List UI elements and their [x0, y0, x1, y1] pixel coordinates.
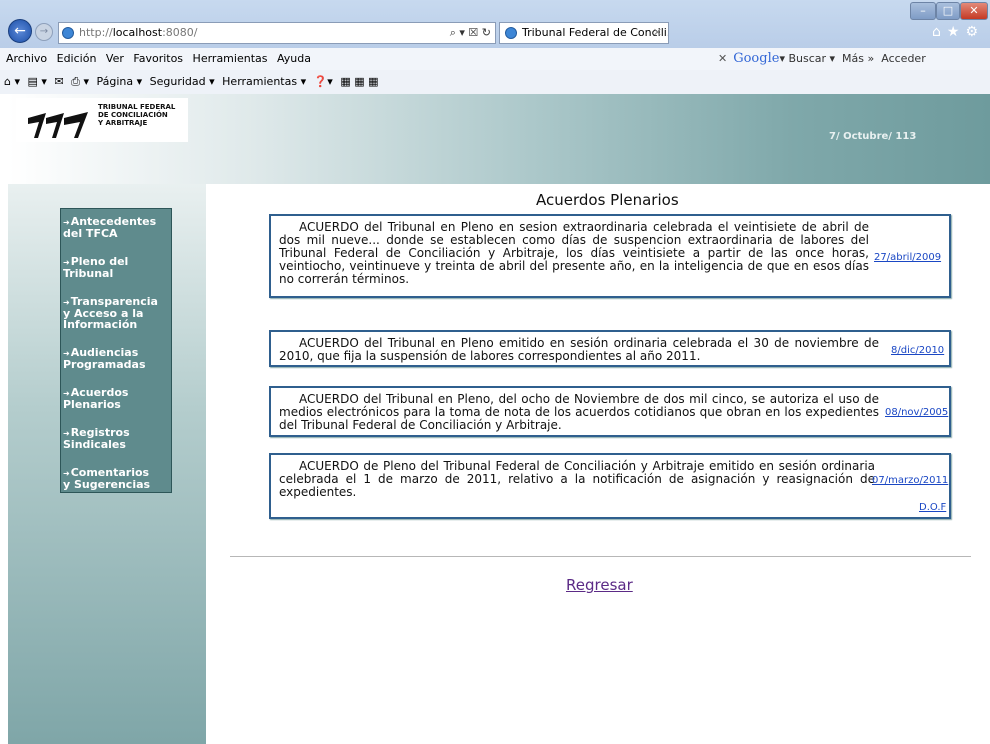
addon-icons[interactable]: ▦ ▦ ▦ [340, 70, 378, 94]
minimize-button[interactable]: – [910, 2, 936, 20]
close-window-button[interactable]: ✕ [960, 2, 988, 20]
tfca-logo[interactable]: TRIBUNAL FEDERAL DE CONCILIACIÓN Y ARBIT… [16, 98, 188, 142]
forward-button[interactable]: → [35, 23, 53, 41]
sidebar-item-pleno[interactable]: ➜Pleno del Tribunal [63, 256, 169, 279]
sidebar-item-audiencias[interactable]: ➜Audiencias Programadas [63, 347, 169, 370]
tab-title: Tribunal Federal de Concili... [522, 26, 669, 39]
sidebar-item-comentarios[interactable]: ➜Comentarios y Sugerencias [63, 467, 169, 490]
address-controls[interactable]: ⌕ ▾ ☒ ↻ [450, 23, 491, 43]
signin-button[interactable]: Acceder [881, 52, 925, 65]
menu-archivo[interactable]: Archivo [6, 48, 47, 70]
agreement-text: ACUERDO de Pleno del Tribunal Federal de… [279, 459, 875, 499]
ie-tab-icon [505, 27, 517, 39]
current-date: 7/ Octubre/ 113 [829, 131, 917, 142]
logo-mark-icon [28, 112, 88, 138]
back-button[interactable]: ← [8, 19, 32, 43]
menu-ver[interactable]: Ver [106, 48, 124, 70]
browser-tab[interactable]: Tribunal Federal de Concili... ✕ [499, 22, 669, 44]
agreement-box: ACUERDO del Tribunal en Pleno emitido en… [269, 330, 951, 367]
agreement-date-link[interactable]: 08/nov/2005 [885, 407, 948, 418]
sidebar-menu: ➜Antecedentes del TFCA ➜Pleno del Tribunal… [60, 208, 172, 493]
help-icon[interactable]: ❓▾ [314, 70, 333, 94]
back-link[interactable]: Regresar [566, 576, 633, 594]
logo-line-3: Y ARBITRAJE [98, 119, 148, 127]
browser-chrome: – □ ✕ ← → http://localhost:8080/ ⌕ ▾ ☒ ↻… [0, 0, 990, 94]
logo-text: TRIBUNAL FEDERAL DE CONCILIACIÓN Y ARBIT… [98, 103, 175, 127]
sidebar-item-antecedentes[interactable]: ➜Antecedentes del TFCA [63, 216, 169, 239]
address-bar[interactable]: http://localhost:8080/ ⌕ ▾ ☒ ↻ [58, 22, 496, 44]
print-icon[interactable]: ⎙ ▾ [71, 70, 89, 94]
agreement-box: ACUERDO de Pleno del Tribunal Federal de… [269, 453, 951, 519]
feeds-icon[interactable]: ▤ ▾ [28, 70, 47, 94]
cmd-pagina[interactable]: Página ▾ [96, 70, 142, 94]
agreement-date-link[interactable]: 07/marzo/2011 [872, 475, 948, 486]
divider [230, 556, 971, 557]
toolbar-right-icons[interactable]: ⌂★⚙ [932, 24, 984, 40]
agreement-date-link[interactable]: 8/dic/2010 [891, 345, 944, 356]
agreement-box: ACUERDO del Tribunal en Pleno, del ocho … [269, 386, 951, 437]
google-logo: Google [733, 51, 780, 66]
home-icon[interactable]: ⌂ ▾ [4, 70, 20, 94]
agreement-box: ACUERDO del Tribunal en Pleno en sesion … [269, 214, 951, 298]
logo-line-1: TRIBUNAL FEDERAL [98, 103, 176, 111]
logo-line-2: DE CONCILIACIÓN [98, 111, 168, 119]
sidebar-item-transparencia[interactable]: ➜Transparencia y Acceso a la Información [63, 296, 169, 330]
ie-page-icon [62, 27, 74, 39]
menu-edicion[interactable]: Edición [57, 48, 97, 70]
cmd-seguridad[interactable]: Seguridad ▾ [150, 70, 215, 94]
search-button[interactable]: Buscar [788, 52, 826, 65]
maximize-button[interactable]: □ [936, 2, 960, 20]
tab-close-icon[interactable]: ✕ [653, 23, 662, 43]
page-title: Acuerdos Plenarios [536, 191, 679, 209]
agreement-text: ACUERDO del Tribunal en Pleno, del ocho … [279, 392, 879, 432]
google-toolbar: ✕ Google ▾ Buscar ▾ Más » Acceder [718, 51, 926, 66]
more-button[interactable]: Más » [842, 52, 874, 65]
address-suffix: :8080/ [162, 26, 198, 39]
mail-icon[interactable]: ✉ [54, 70, 63, 94]
menu-herramientas[interactable]: Herramientas [193, 48, 268, 70]
agreement-text: ACUERDO del Tribunal en Pleno en sesion … [279, 220, 869, 286]
menu-ayuda[interactable]: Ayuda [277, 48, 311, 70]
cmd-herramientas[interactable]: Herramientas ▾ [222, 70, 306, 94]
command-bar: ⌂ ▾ ▤ ▾ ✉ ⎙ ▾ Página ▾ Seguridad ▾ Herra… [0, 70, 990, 94]
sidebar-item-acuerdos[interactable]: ➜Acuerdos Plenarios [63, 387, 169, 410]
dof-link[interactable]: D.O.F [919, 502, 946, 513]
address-prefix: http:// [79, 26, 113, 39]
sidebar-item-registros[interactable]: ➜Registros Sindicales [63, 427, 169, 450]
address-host: localhost [112, 26, 163, 39]
agreement-text: ACUERDO del Tribunal en Pleno emitido en… [279, 336, 879, 363]
close-toolbar-icon[interactable]: ✕ [718, 52, 727, 65]
menu-favoritos[interactable]: Favoritos [133, 48, 183, 70]
agreement-date-link[interactable]: 27/abril/2009 [874, 252, 941, 263]
